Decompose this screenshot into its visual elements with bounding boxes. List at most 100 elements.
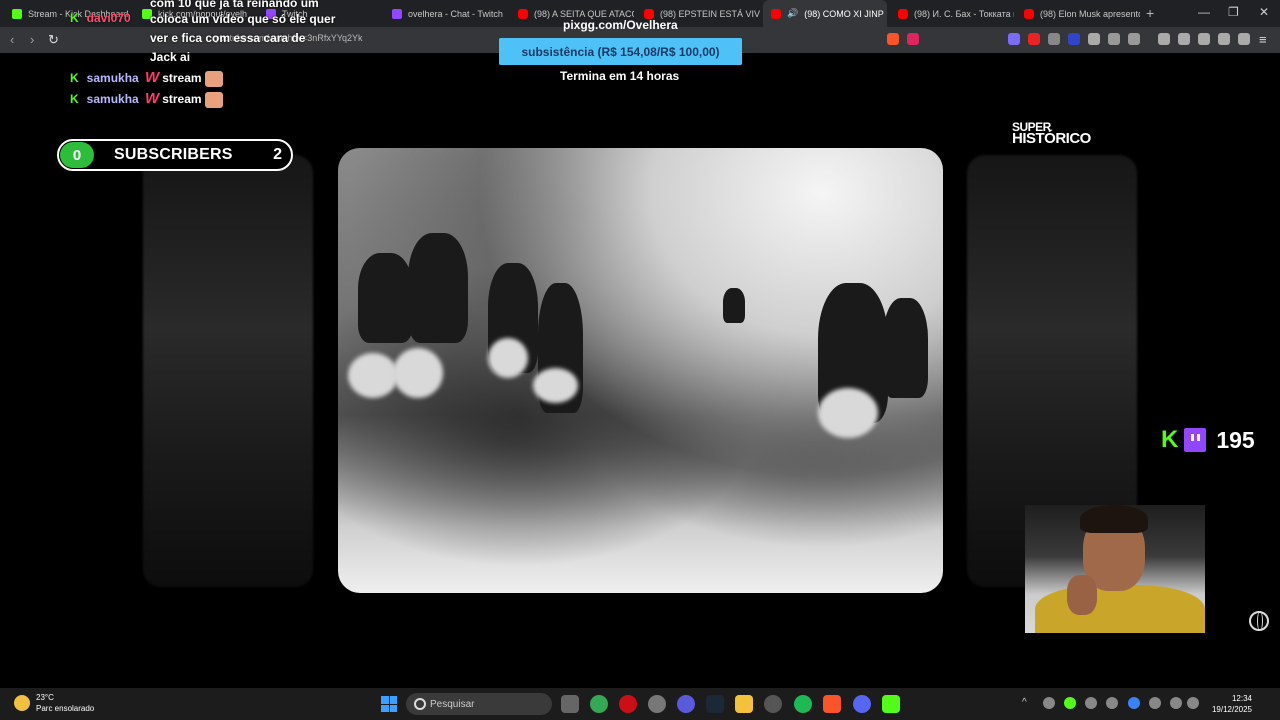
chat-username: samukha [86, 92, 139, 106]
app-icon[interactable] [764, 695, 782, 713]
tab-label: (98) Elon Musk apresento [1040, 8, 1140, 19]
kick-icon: K [70, 71, 79, 85]
video-figure [533, 368, 578, 403]
screenshot-icon[interactable] [1128, 33, 1140, 45]
puzzle-icon[interactable] [1108, 33, 1120, 45]
video-figure [883, 298, 928, 398]
chat-message-text: Jack ai [150, 50, 191, 64]
tab-label: ovelhera - Chat - Twitch [408, 8, 503, 19]
kick-app-icon[interactable] [882, 695, 900, 713]
tab-label: (98) COMO XI JINP [804, 8, 884, 19]
tab-youtube-bach[interactable]: (98) И. С. Бах - Токката и [890, 0, 1014, 27]
video-figure [348, 353, 398, 398]
wallet-icon[interactable] [1198, 33, 1210, 45]
task-view-icon[interactable] [561, 695, 579, 713]
volume-icon[interactable] [1187, 697, 1199, 709]
discord-icon[interactable] [853, 695, 871, 713]
tab-label: (98) И. С. Бах - Токката и [914, 8, 1014, 19]
chat-message: Ksamukha Wstream [70, 69, 223, 87]
tab-twitch-chat[interactable]: ovelhera - Chat - Twitch [384, 0, 508, 27]
extension-icon[interactable] [1068, 33, 1080, 45]
weather-desc: Parc ensolarado [36, 704, 95, 713]
chat-username: davi070 [86, 11, 131, 25]
microphone-icon[interactable] [1149, 697, 1161, 709]
donation-goal-ends: Termina em 14 horas [560, 69, 680, 83]
chat-message-text: stream [162, 71, 202, 85]
chat-message-text: stream [162, 92, 202, 106]
kick-icon: K [70, 92, 79, 106]
face-emote-icon [204, 70, 223, 87]
donation-url: pixgg.com/Ovelhera [563, 18, 678, 32]
webcam-figure [1035, 585, 1205, 633]
network-icon[interactable] [1170, 697, 1182, 709]
video-figure [358, 253, 413, 343]
chrome-icon[interactable] [590, 695, 608, 713]
weather-widget[interactable]: 23°C Parc ensolarado [14, 692, 94, 714]
tab-label: (98) EPSTEIN ESTÁ VIVO E [660, 8, 760, 19]
minimize-icon[interactable]: — [1198, 5, 1210, 19]
brave-shield-icon[interactable] [887, 33, 899, 45]
close-window-icon[interactable]: ✕ [1259, 5, 1269, 19]
music-icon[interactable] [1158, 33, 1170, 45]
video-figure [818, 388, 878, 438]
twitch-icon [392, 8, 402, 19]
globe-icon[interactable] [1249, 611, 1269, 631]
taskbar-search[interactable]: Pesquisar [406, 693, 552, 715]
system-clock[interactable]: 12:34 19/12/2025 [1208, 693, 1252, 715]
youtube-icon [898, 8, 908, 19]
leo-ai-icon[interactable] [1218, 33, 1230, 45]
face-emote-icon [204, 91, 223, 108]
restore-icon[interactable]: ❐ [1228, 5, 1239, 19]
youtube-video[interactable] [338, 148, 943, 593]
file-explorer-icon[interactable] [735, 695, 753, 713]
video-figure [723, 288, 745, 323]
w-emote: W [145, 90, 160, 107]
tab-youtube-xi-active[interactable]: 🔊 (98) COMO XI JINP ✕ [763, 0, 887, 27]
forward-icon[interactable]: › [30, 32, 34, 47]
extension-icon[interactable] [1048, 33, 1060, 45]
tab-youtube-musk[interactable]: (98) Elon Musk apresento [1016, 0, 1140, 27]
chat-message-text: ver e fica com essa cara de [150, 31, 306, 45]
tray-icon[interactable] [1064, 697, 1076, 709]
clock-time: 12:34 [1231, 694, 1252, 703]
chat-username: samukha [86, 71, 139, 85]
extension-icon[interactable] [1028, 33, 1040, 45]
tray-icon[interactable] [1085, 697, 1097, 709]
youtube-icon [644, 8, 654, 19]
windows-start-icon[interactable] [381, 696, 397, 712]
chat-message-text: com 10 que já tá reinando um [150, 0, 319, 10]
new-tab-button[interactable]: + [1146, 5, 1154, 21]
back-icon[interactable]: ‹ [10, 32, 14, 47]
brave-icon[interactable] [823, 695, 841, 713]
video-figure [393, 348, 443, 398]
kick-icon: K [70, 11, 79, 25]
opera-icon[interactable] [619, 695, 637, 713]
app-icon[interactable] [677, 695, 695, 713]
sidebar-icon[interactable] [1178, 33, 1190, 45]
chat-message: Kdavi070 [70, 11, 131, 25]
twitch-icon [1184, 428, 1207, 452]
steam-icon[interactable] [706, 695, 724, 713]
weather-icon [14, 695, 30, 711]
extension-icon[interactable] [1088, 33, 1100, 45]
viewer-count: 195 [1216, 426, 1255, 453]
tray-icon[interactable] [1043, 697, 1055, 709]
chat-message: Ksamukha Wstream [70, 90, 223, 108]
extension-icon[interactable] [1008, 33, 1020, 45]
obs-icon[interactable] [648, 695, 666, 713]
w-emote: W [145, 69, 160, 86]
youtube-icon [771, 8, 781, 19]
menu-icon[interactable]: ≡ [1259, 32, 1267, 47]
chevron-up-icon[interactable]: ^ [1022, 697, 1034, 709]
donation-goal-text: subsistência (R$ 154,08/R$ 100,00) [521, 44, 720, 59]
tray-icon[interactable] [1106, 697, 1118, 709]
donation-goal-bar: subsistência (R$ 154,08/R$ 100,00) [499, 38, 742, 65]
spotify-icon[interactable] [794, 695, 812, 713]
video-blur-left [143, 155, 313, 587]
brave-rewards-icon[interactable] [907, 33, 919, 45]
windows-taskbar: 23°C Parc ensolarado Pesquisar ^ 12:34 1… [0, 688, 1280, 720]
bluetooth-icon[interactable] [1128, 697, 1140, 709]
reload-icon[interactable]: ↻ [48, 32, 59, 48]
vpn-icon[interactable] [1238, 33, 1250, 45]
subscriber-label: SUBSCRIBERS [114, 146, 233, 163]
